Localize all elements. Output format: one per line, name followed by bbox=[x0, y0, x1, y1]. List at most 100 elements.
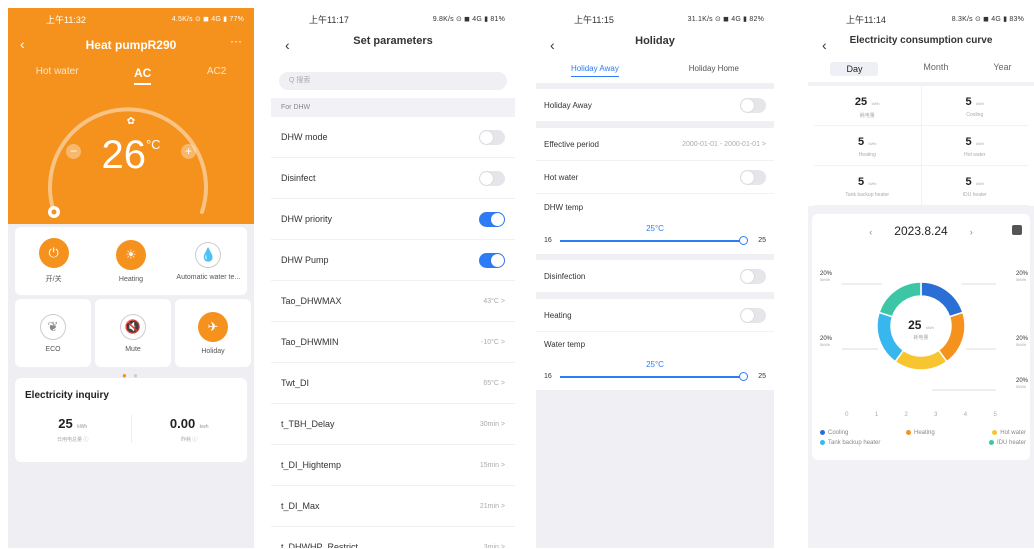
parameter-row[interactable]: Disinfect bbox=[271, 158, 515, 199]
tab-day[interactable]: Day bbox=[830, 62, 879, 76]
legend-label: Heating bbox=[913, 430, 935, 437]
power-icon: ⏻ bbox=[38, 238, 69, 268]
stat-label: Heating bbox=[858, 152, 876, 158]
status-bar: 上午11:15 31.1K/s ⊙ ◼ 4G ▮ 82% bbox=[536, 8, 774, 30]
dhw-temp-slider[interactable]: 25°C 16 25 bbox=[536, 220, 774, 254]
status-bar: 上午11:17 9.8K/s ⊙ ◼ 4G ▮ 81% bbox=[271, 8, 515, 30]
parameter-row[interactable]: DHW Pump bbox=[271, 240, 515, 281]
disinfection-row: Disinfection bbox=[536, 260, 774, 293]
slider-track[interactable] bbox=[559, 371, 749, 381]
slider-min: 16 bbox=[544, 373, 552, 380]
parameter-label: Tao_DHWMIN bbox=[281, 337, 339, 347]
parameter-toggle[interactable] bbox=[479, 129, 505, 145]
parameter-row[interactable]: t_DI_Hightemp 15min > bbox=[271, 445, 515, 486]
minus-button[interactable]: − bbox=[66, 144, 81, 159]
stat-cell: 25 kWh 耗电量 bbox=[814, 86, 922, 125]
row-label: Disinfection bbox=[544, 271, 586, 281]
parameter-row[interactable]: t_TBH_Delay 30min > bbox=[271, 404, 515, 445]
parameter-row[interactable]: t_DHWHP_Restrict 3min > bbox=[271, 527, 515, 548]
center-label: 耗电量 bbox=[913, 335, 929, 341]
legend-item: IDU heater bbox=[988, 440, 1026, 446]
stat-unit: kWh bbox=[976, 101, 985, 106]
function-heating[interactable]: ☀ Heating bbox=[93, 239, 169, 283]
pct-label-left-mid: 20% 5kWh bbox=[820, 336, 833, 347]
parameter-row[interactable]: Tao_DHWMAX 43°C > bbox=[271, 281, 515, 322]
legend-item: Tank backup heater bbox=[820, 440, 880, 446]
function-eco[interactable]: ❦ ECO bbox=[15, 299, 91, 367]
parameter-row[interactable]: DHW priority bbox=[271, 199, 515, 240]
phone-set-parameters: 上午11:17 9.8K/s ⊙ ◼ 4G ▮ 81% ‹ Set parame… bbox=[271, 8, 515, 548]
parameter-row[interactable]: t_DI_Max 21min > bbox=[271, 486, 515, 527]
row-value: 2000-01-01 - 2000-01-01 > bbox=[682, 140, 766, 148]
tab-year[interactable]: Year bbox=[993, 62, 1011, 76]
stat-cell: 5 kWh Hot water bbox=[922, 126, 1029, 165]
donut-slice-hot-water[interactable] bbox=[894, 349, 948, 371]
tab-holiday-away[interactable]: Holiday Away bbox=[570, 64, 619, 77]
parameter-toggle[interactable] bbox=[479, 252, 505, 268]
holiday-away-toggle[interactable] bbox=[740, 97, 766, 113]
elec-stat-yesterday: 0.00 kwh 昨耗 ⓘ bbox=[130, 415, 248, 443]
water-temp-slider[interactable]: 25°C 16 25 bbox=[536, 356, 774, 390]
slider-track[interactable] bbox=[559, 235, 749, 245]
x-axis: 0 1 2 3 4 5 bbox=[812, 412, 1030, 418]
function-holiday[interactable]: ✈ Holiday bbox=[175, 299, 251, 367]
hot-water-toggle[interactable] bbox=[740, 169, 766, 185]
stat-label: Tank backup heater bbox=[845, 192, 890, 198]
axis-tick: 2 bbox=[904, 412, 908, 418]
pct-label-right-top: 20% 5kWh bbox=[1015, 271, 1028, 282]
phone-heat-pump: 上午11:32 4.5K/s ⊙ ◼ 4G ▮ 77% ‹ Heat pumpR… bbox=[8, 8, 254, 548]
stat-value: 5 bbox=[857, 136, 865, 148]
fan-icon: ✿ bbox=[126, 116, 136, 127]
tab-hot-water[interactable]: Hot water bbox=[36, 66, 79, 85]
temperature-value: 26 bbox=[101, 133, 146, 177]
function-auto-water[interactable]: 💧 Automatic water te... bbox=[170, 241, 246, 281]
page-title: Holiday bbox=[635, 35, 675, 47]
parameter-row[interactable]: Tao_DHWMIN -10°C > bbox=[271, 322, 515, 363]
disinfection-toggle[interactable] bbox=[740, 268, 766, 284]
function-label: Automatic water te... bbox=[176, 273, 241, 281]
back-icon[interactable]: ‹ bbox=[822, 34, 827, 56]
stat-value: 5 bbox=[965, 136, 972, 148]
slider-max: 25 bbox=[758, 237, 766, 244]
more-icon[interactable]: ··· bbox=[230, 34, 242, 48]
stat-label: IDU heater bbox=[962, 192, 987, 198]
donut-slice-cooling[interactable] bbox=[920, 281, 964, 318]
legend-item: Heating bbox=[905, 430, 935, 437]
parameter-value: 30min > bbox=[479, 420, 505, 428]
parameter-row[interactable]: Twt_DI 65°C > bbox=[271, 363, 515, 404]
page-title: Heat pumpR290 bbox=[85, 38, 177, 52]
heating-toggle[interactable] bbox=[740, 307, 766, 323]
plus-button[interactable]: + bbox=[181, 144, 196, 159]
electricity-inquiry-card[interactable]: Electricity inquiry 25 kWh 日用电总量 ⓘ 0.00 … bbox=[15, 378, 247, 462]
row-label: Effective period bbox=[544, 139, 599, 149]
function-power[interactable]: ⏻ 开/关 bbox=[16, 238, 92, 284]
effective-period-row[interactable]: Effective period 2000-01-01 - 2000-01-01… bbox=[536, 128, 774, 161]
parameter-toggle[interactable] bbox=[479, 170, 505, 186]
status-indicators: 4.5K/s ⊙ ◼ 4G ▮ 77% bbox=[171, 16, 244, 23]
tab-holiday-home[interactable]: Holiday Home bbox=[689, 64, 739, 77]
slider-max: 25 bbox=[758, 373, 766, 380]
stats-row: 25 kWh 耗电量 5 kWh Cooling bbox=[814, 86, 1028, 126]
back-icon[interactable]: ‹ bbox=[285, 34, 290, 56]
page-title: Set parameters bbox=[353, 35, 433, 47]
function-mute[interactable]: 🔇 Mute bbox=[95, 299, 171, 367]
tab-ac2[interactable]: AC2 bbox=[207, 66, 226, 85]
stat-unit: kwh bbox=[199, 424, 209, 430]
parameter-toggle[interactable] bbox=[479, 211, 505, 227]
parameter-row[interactable]: DHW mode bbox=[271, 117, 515, 158]
parameter-value: 3min > bbox=[483, 543, 505, 549]
axis-tick: 1 bbox=[874, 412, 879, 418]
stat-unit: kWh bbox=[868, 181, 877, 186]
legend-label: Hot water bbox=[1000, 430, 1026, 437]
elec-stat-total: 25 kWh 日用电总量 ⓘ bbox=[15, 415, 131, 443]
donut-slice-idu-heater[interactable] bbox=[878, 281, 922, 318]
stat-label: Cooling bbox=[966, 112, 984, 118]
temperature-unit: °C bbox=[145, 137, 161, 152]
legend-dot bbox=[905, 430, 911, 435]
search-input[interactable]: Q 搜索 bbox=[279, 72, 507, 90]
tab-month[interactable]: Month bbox=[923, 62, 948, 76]
back-icon[interactable]: ‹ bbox=[550, 34, 555, 56]
consumption-chart-card: ‹ 2023.8.24 › 25 kWh 耗电量 20% 5kWh 20% 5kWh 2… bbox=[812, 214, 1030, 460]
tab-ac[interactable]: AC bbox=[134, 66, 152, 85]
row-label: Hot water bbox=[544, 172, 579, 182]
